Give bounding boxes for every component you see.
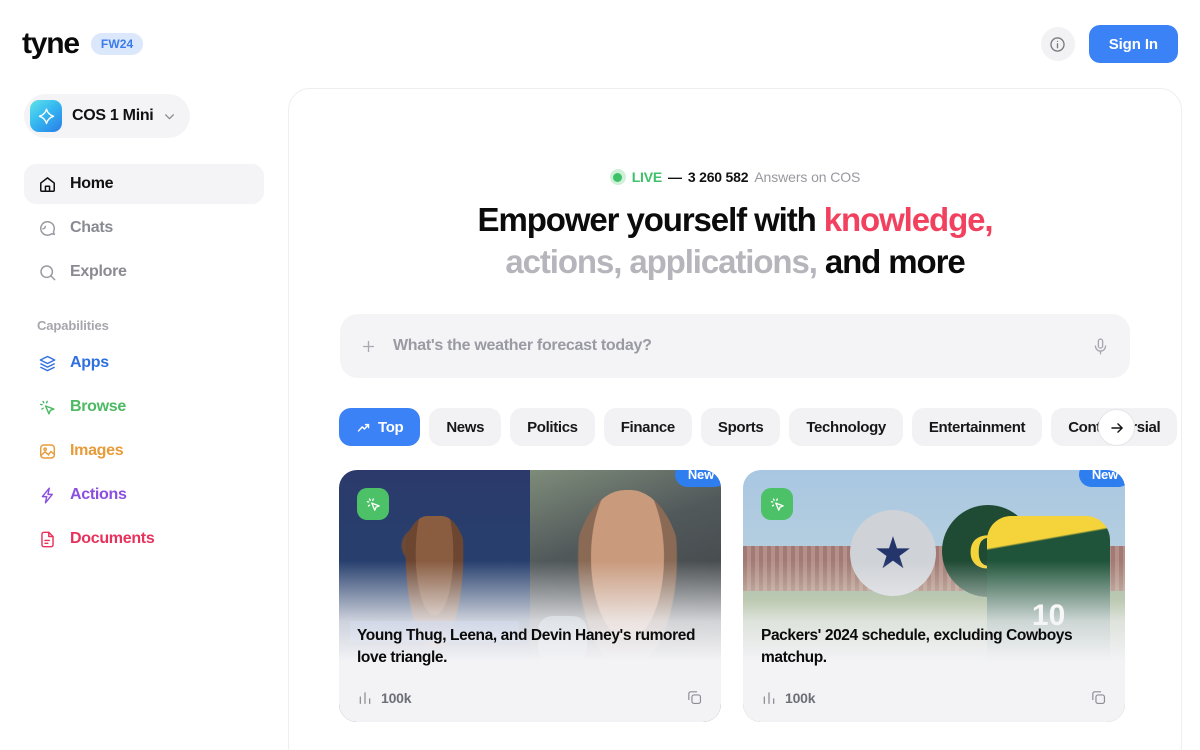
card-title: Young Thug, Leena, and Devin Haney's rum… [357, 627, 696, 667]
sidebar-label-apps: Apps [70, 354, 109, 371]
tab-politics[interactable]: Politics [510, 408, 595, 447]
sidebar: COS 1 Mini Home Chats Explore Capabiliti… [0, 88, 288, 750]
search-icon [37, 262, 57, 282]
tab-entertainment[interactable]: Entertainment [911, 408, 1043, 447]
cursor-click-icon [37, 397, 57, 417]
card-footer: 100k [357, 689, 703, 706]
copy-stack-icon[interactable] [686, 689, 703, 706]
info-icon [1050, 36, 1065, 52]
card-media [339, 470, 721, 723]
card-stat: 100k [761, 689, 816, 706]
sidebar-item-home[interactable]: Home [24, 164, 264, 204]
tab-label-top: Top [378, 418, 404, 436]
headline-part-4: and more [816, 242, 966, 280]
live-label: LIVE [631, 169, 663, 185]
card-stat-value: 100k [785, 689, 816, 706]
trending-up-icon [357, 423, 370, 432]
card-media-fade [743, 470, 1125, 723]
tab-technology[interactable]: Technology [789, 408, 903, 447]
microphone-button[interactable] [1091, 337, 1110, 356]
headline-part-1: Empower yourself with [477, 201, 824, 238]
card-media-fade [339, 470, 721, 723]
chat-icon [37, 218, 57, 238]
sidebar-label-home: Home [70, 175, 114, 192]
live-counter: LIVE — 3 260 582 Answers on COS [289, 169, 1181, 185]
copy-stack-icon[interactable] [1090, 689, 1107, 706]
tab-top[interactable]: Top [339, 408, 421, 447]
plus-icon [362, 340, 375, 352]
app-header: tyne FW24 Sign In [0, 0, 1200, 88]
sidebar-item-documents[interactable]: Documents [24, 519, 264, 559]
feed-cards: New Young Thug, Leena, and Devin Haney's… [289, 448, 1181, 723]
new-badge: New [1078, 470, 1125, 488]
model-name: COS 1 Mini [72, 107, 154, 124]
tab-finance[interactable]: Finance [603, 408, 692, 447]
card-title: Packers' 2024 schedule, excluding Cowboy… [761, 627, 1073, 667]
capabilities-section-title: Capabilities [37, 318, 109, 333]
sidebar-item-images[interactable]: Images [24, 431, 264, 471]
sidebar-label-explore: Explore [70, 263, 127, 280]
sidebar-item-chats[interactable]: Chats [24, 208, 264, 248]
bar-chart-icon [763, 691, 775, 704]
star-diamond-icon [30, 100, 62, 132]
header-actions: Sign In [1040, 25, 1178, 63]
brand-logo: tyne [22, 27, 80, 60]
search-input[interactable] [393, 337, 1075, 356]
sidebar-item-apps[interactable]: Apps [24, 343, 264, 383]
category-tabs: Top News Politics Finance Sports Technol… [289, 408, 1181, 448]
tabs-next-button[interactable] [1098, 409, 1135, 447]
card-stat: 100k [357, 689, 412, 706]
sidebar-label-documents: Documents [70, 530, 155, 547]
document-icon [37, 529, 57, 549]
tab-news[interactable]: News [429, 408, 502, 447]
card-stat-value: 100k [381, 689, 412, 706]
feed-card[interactable]: ★ G New Packers' 2024 schedule, excludin… [743, 470, 1125, 723]
season-badge: FW24 [90, 33, 144, 55]
info-button[interactable] [1040, 27, 1075, 61]
add-attachment-button[interactable] [360, 338, 377, 355]
cursor-click-icon [357, 488, 389, 521]
sidebar-label-actions: Actions [70, 486, 127, 503]
search-bar[interactable] [340, 314, 1130, 379]
main-panel: LIVE — 3 260 582 Answers on COS Empower … [288, 88, 1182, 750]
headline-part-2: knowledge, [823, 201, 994, 238]
primary-nav: Home Chats Explore Capabilities Apps Bro… [24, 164, 264, 559]
sidebar-item-explore[interactable]: Explore [24, 252, 264, 292]
chevron-down-icon [163, 110, 176, 123]
home-icon [37, 174, 57, 194]
feed-card[interactable]: New Young Thug, Leena, and Devin Haney's… [339, 470, 721, 723]
bar-chart-icon [359, 691, 371, 704]
new-badge: New [674, 470, 721, 488]
card-media: ★ G [743, 470, 1125, 723]
sidebar-label-chats: Chats [70, 219, 113, 236]
live-count: 3 260 582 [687, 169, 749, 185]
card-footer: 100k [761, 689, 1107, 706]
cursor-click-icon [761, 488, 793, 521]
layers-icon [37, 353, 57, 373]
sidebar-item-actions[interactable]: Actions [24, 475, 264, 515]
sidebar-label-images: Images [70, 442, 124, 459]
headline-part-3: actions, applications, [505, 242, 817, 280]
page-title: Empower yourself with knowledge, actions… [289, 199, 1181, 282]
arrow-right-icon [1110, 422, 1123, 433]
live-suffix: Answers on COS [754, 169, 861, 185]
app-root: tyne FW24 Sign In COS 1 Mini Home Chats … [0, 0, 1200, 750]
sidebar-item-browse[interactable]: Browse [24, 387, 264, 427]
brand[interactable]: tyne FW24 [22, 27, 144, 60]
category-tabs-list: Top News Politics Finance Sports Technol… [339, 408, 1181, 447]
image-icon [37, 441, 57, 461]
sidebar-label-browse: Browse [70, 398, 126, 415]
live-dot-icon [609, 169, 626, 185]
tab-sports[interactable]: Sports [700, 408, 781, 447]
microphone-icon [1094, 338, 1107, 355]
lightning-icon [37, 485, 57, 505]
signin-button[interactable]: Sign In [1088, 25, 1178, 63]
live-separator: — [668, 169, 682, 185]
model-selector[interactable]: COS 1 Mini [24, 94, 191, 138]
